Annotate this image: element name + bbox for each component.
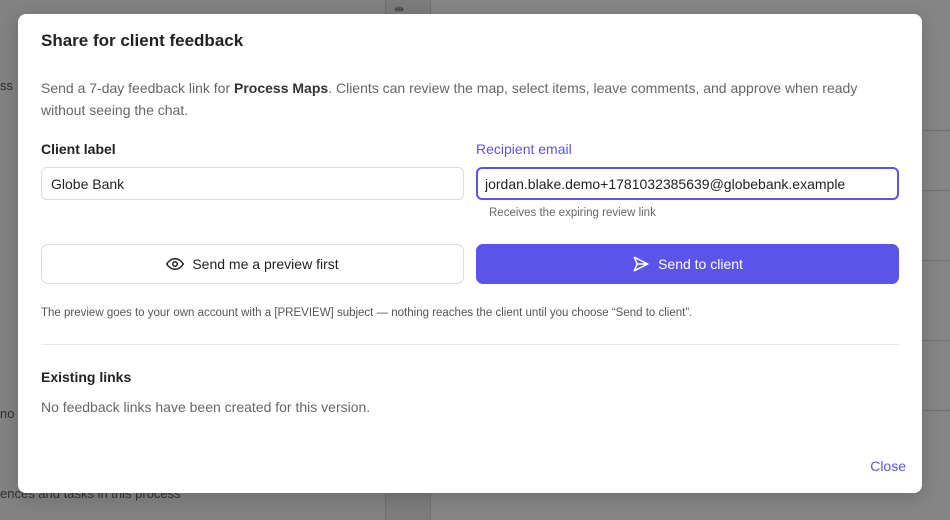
background-row-line	[922, 130, 950, 131]
background-text: ss	[0, 78, 13, 93]
recipient-email-label: Recipient email	[476, 141, 572, 157]
recipient-email-helper: Receives the expiring review link	[489, 207, 656, 219]
background-row-line	[922, 190, 950, 191]
preview-note: The preview goes to your own account wit…	[41, 307, 693, 319]
send-preview-label: Send me a preview first	[192, 256, 339, 272]
background-text: no	[0, 406, 15, 421]
project-name: Process Maps	[234, 80, 329, 96]
close-button[interactable]: Close	[870, 458, 906, 474]
share-feedback-dialog: Share for client feedback Send a 7-day f…	[18, 14, 922, 493]
dialog-title: Share for client feedback	[41, 31, 244, 50]
send-to-client-button[interactable]: Send to client	[476, 244, 899, 284]
background-row-line	[922, 410, 950, 411]
dialog-description: Send a 7-day feedback link for Process M…	[41, 77, 891, 121]
client-label-label: Client label	[41, 141, 116, 157]
eye-icon	[166, 255, 185, 273]
send-icon	[632, 255, 650, 273]
send-preview-button[interactable]: Send me a preview first	[41, 244, 464, 284]
background-row-line	[922, 340, 950, 341]
section-divider	[41, 344, 899, 345]
send-to-client-label: Send to client	[658, 256, 743, 272]
description-prefix: Send a 7-day feedback link for	[41, 80, 235, 96]
existing-links-empty: No feedback links have been created for …	[41, 399, 371, 415]
recipient-email-input[interactable]	[476, 167, 899, 200]
existing-links-title: Existing links	[41, 369, 132, 385]
client-label-input[interactable]	[41, 167, 464, 200]
background-row-line	[922, 260, 950, 261]
